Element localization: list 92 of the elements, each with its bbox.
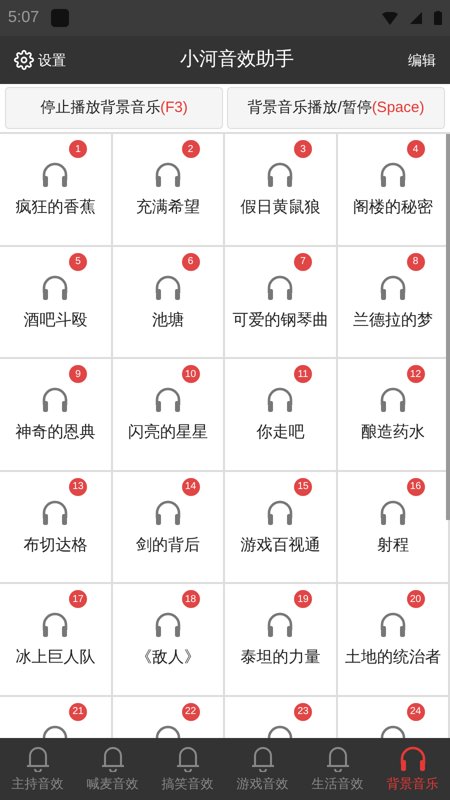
sound-name: 阁楼的秘密 xyxy=(352,198,433,218)
edit-button[interactable]: 编辑 xyxy=(408,50,436,70)
number-badge: 9 xyxy=(69,365,87,383)
number-badge: 24 xyxy=(406,702,424,720)
number-badge: 20 xyxy=(406,590,424,608)
sound-name: 冰上巨人队 xyxy=(15,648,96,668)
headphones-icon xyxy=(265,610,296,638)
number-badge: 21 xyxy=(69,702,87,720)
sound-name: 游戏百视通 xyxy=(240,536,320,556)
bell-icon xyxy=(24,744,50,772)
headphones-icon xyxy=(265,385,296,413)
number-badge: 12 xyxy=(406,365,424,383)
signal-icon xyxy=(410,12,422,24)
number-badge: 4 xyxy=(406,140,424,158)
number-badge: 11 xyxy=(294,365,312,383)
number-badge: 10 xyxy=(182,365,200,383)
status-time: 5:07 xyxy=(8,8,40,28)
control-button[interactable]: 背景音乐播放/暂停(Space) xyxy=(227,87,445,129)
bell-icon xyxy=(174,744,200,772)
sound-name: 酿造药水 xyxy=(360,422,425,443)
sound-name: 闪亮的星星 xyxy=(128,422,208,443)
number-badge: 18 xyxy=(182,590,200,608)
bell-icon xyxy=(324,744,350,772)
sound-tile[interactable]: 10 闪亮的星星 xyxy=(112,359,225,472)
nav-tab[interactable]: 游戏音效 xyxy=(225,738,300,800)
number-badge: 14 xyxy=(182,478,200,496)
sound-tile[interactable]: 3 假日黄鼠狼 xyxy=(225,134,338,246)
nav-tab[interactable]: 生活音效 xyxy=(300,738,375,800)
number-badge: 23 xyxy=(294,702,312,720)
wifi-icon xyxy=(382,12,398,24)
settings-icon xyxy=(14,50,34,70)
app-notification-icon xyxy=(51,9,70,27)
app-title: 小河音效助手 xyxy=(180,48,294,72)
number-badge: 19 xyxy=(294,590,312,608)
headphones-icon xyxy=(40,610,70,638)
number-badge: 22 xyxy=(182,702,200,720)
number-badge: 13 xyxy=(69,478,87,496)
sound-tile[interactable]: 11 你走吧 xyxy=(225,359,338,472)
sound-name: 假日黄鼠狼 xyxy=(240,198,320,218)
sound-name: 池塘 xyxy=(152,310,184,330)
headphones-icon xyxy=(40,160,70,188)
number-badge: 15 xyxy=(294,478,312,496)
sound-name: 《敌人》 xyxy=(136,648,200,668)
sound-name: 射程 xyxy=(376,536,409,556)
sound-tile[interactable]: 24 xyxy=(338,696,450,738)
number-badge: 16 xyxy=(406,478,424,496)
sound-name: 兰德拉的梦 xyxy=(352,310,433,330)
sound-tile[interactable]: 14 剑的背后 xyxy=(112,472,225,584)
sound-tile[interactable]: 16 射程 xyxy=(338,472,450,584)
sound-name: 你走吧 xyxy=(256,422,304,443)
number-badge: 6 xyxy=(182,252,200,270)
number-badge: 7 xyxy=(294,252,312,270)
sound-name: 布切达格 xyxy=(23,536,88,556)
bell-icon xyxy=(250,744,276,772)
number-badge: 3 xyxy=(294,140,312,158)
sound-name: 酒吧斗殴 xyxy=(23,310,88,330)
sound-tile[interactable]: 17 冰上巨人队 xyxy=(0,584,112,696)
nav-tab[interactable]: 搞笑音效 xyxy=(150,738,225,800)
sound-tile[interactable]: 22 xyxy=(112,696,225,738)
sound-tile[interactable]: 21 xyxy=(0,696,112,738)
sound-tile[interactable]: 13 布切达格 xyxy=(0,472,112,584)
sound-tile[interactable]: 15 游戏百视通 xyxy=(225,472,338,584)
sound-tile[interactable]: 2 充满希望 xyxy=(112,134,225,246)
nav-tab[interactable]: 主持音效 xyxy=(0,738,75,800)
sound-tile[interactable]: 18 《敌人》 xyxy=(112,584,225,696)
sound-name: 剑的背后 xyxy=(136,536,200,556)
headphones-icon xyxy=(265,160,296,188)
sound-tile[interactable]: 9 神奇的恩典 xyxy=(0,359,112,472)
sound-tile[interactable]: 6 池塘 xyxy=(112,246,225,359)
sound-tile[interactable]: 7 可爱的钢琴曲 xyxy=(225,246,338,359)
control-button[interactable]: 停止播放背景音乐(F3) xyxy=(5,87,223,129)
sound-tile[interactable]: 5 酒吧斗殴 xyxy=(0,246,112,359)
sound-name: 泰坦的力量 xyxy=(240,648,320,668)
number-badge: 5 xyxy=(69,252,87,270)
number-badge: 17 xyxy=(69,590,87,608)
sound-tile[interactable]: 1 疯狂的香蕉 xyxy=(0,134,112,246)
nav-tab[interactable]: 喊麦音效 xyxy=(75,738,150,800)
bell-icon xyxy=(100,744,126,772)
sound-tile[interactable]: 20 土地的统治者 xyxy=(338,584,450,696)
battery-icon xyxy=(434,11,442,25)
sound-tile[interactable]: 19 泰坦的力量 xyxy=(225,584,338,696)
sound-tile[interactable]: 23 xyxy=(225,696,338,738)
sound-name: 神奇的恩典 xyxy=(15,422,96,443)
number-badge: 8 xyxy=(406,252,424,270)
sound-name: 土地的统治者 xyxy=(344,648,441,668)
sound-name: 可爱的钢琴曲 xyxy=(232,310,328,330)
number-badge: 2 xyxy=(182,140,200,158)
headphones-icon xyxy=(40,385,70,413)
number-badge: 1 xyxy=(69,140,87,158)
sound-name: 充满希望 xyxy=(136,198,200,218)
settings-button[interactable]: 设置 xyxy=(14,50,66,70)
sound-name: 疯狂的香蕉 xyxy=(15,198,96,218)
